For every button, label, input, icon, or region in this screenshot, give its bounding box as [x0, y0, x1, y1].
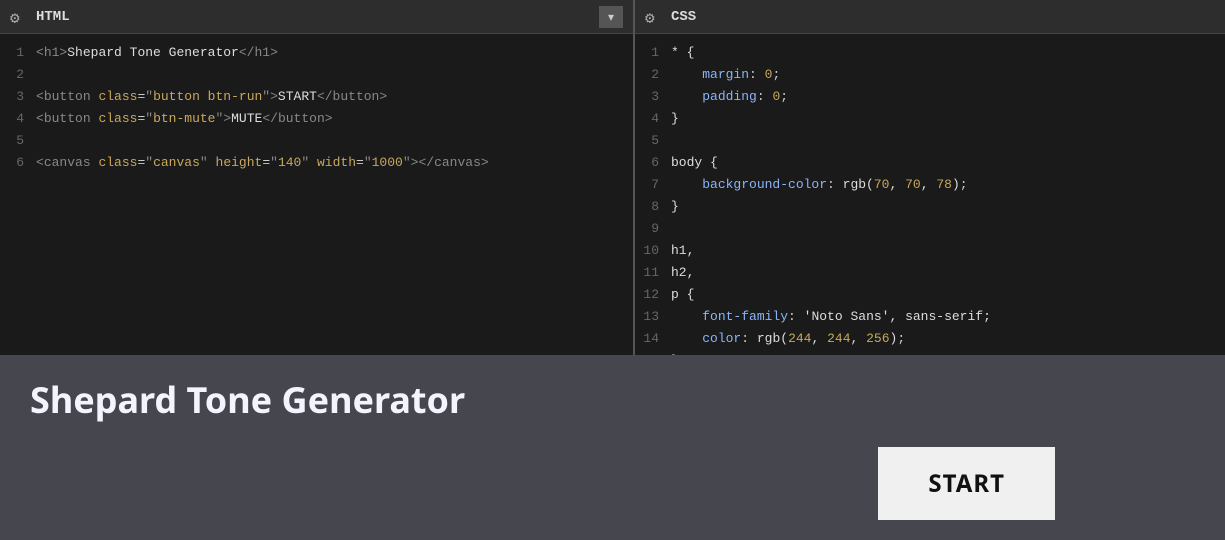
html-panel: ⚙ HTML ▾ 1 <h1>Shepard Tone Generator</h…: [0, 0, 635, 355]
css-line-13: 13 font-family: 'Noto Sans', sans-serif;: [635, 306, 1225, 328]
css-panel-header: ⚙ CSS: [635, 0, 1225, 34]
css-line-5: 5: [635, 130, 1225, 152]
line-content: p {: [671, 284, 694, 306]
css-line-14: 14 color: rgb(244, 244, 256);: [635, 328, 1225, 350]
css-line-10: 10 h1,: [635, 240, 1225, 262]
css-line-4: 4 }: [635, 108, 1225, 130]
line-content: <button class="btn-mute">MUTE</button>: [36, 108, 333, 130]
line-num: 2: [635, 64, 671, 86]
preview-heading: Shepard Tone Generator: [30, 375, 465, 424]
html-code-area: 1 <h1>Shepard Tone Generator</h1> 2 3 <b…: [0, 34, 633, 355]
line-num: 3: [0, 86, 36, 108]
css-panel-title: CSS: [671, 9, 696, 25]
line-content: margin: 0;: [671, 64, 780, 86]
line-num: 5: [635, 130, 671, 152]
line-num: 12: [635, 284, 671, 306]
line-num: 13: [635, 306, 671, 328]
preview-area: Shepard Tone Generator START: [0, 355, 1225, 540]
css-line-1: 1 * {: [635, 42, 1225, 64]
line-num: 1: [635, 42, 671, 64]
css-line-11: 11 h2,: [635, 262, 1225, 284]
css-panel: ⚙ CSS 1 * { 2 margin: 0; 3 padding: 0; 4…: [635, 0, 1225, 355]
line-num: 9: [635, 218, 671, 240]
html-line-5: 5: [0, 130, 633, 152]
line-content: body {: [671, 152, 718, 174]
line-num: 4: [635, 108, 671, 130]
line-num: 8: [635, 196, 671, 218]
line-content: h2,: [671, 262, 694, 284]
html-line-2: 2: [0, 64, 633, 86]
css-line-8: 8 }: [635, 196, 1225, 218]
line-content: padding: 0;: [671, 86, 788, 108]
line-content: * {: [671, 42, 694, 64]
gear-icon: ⚙: [10, 8, 28, 26]
line-num: 6: [0, 152, 36, 174]
css-panel-header-left: ⚙ CSS: [645, 8, 696, 26]
html-line-4: 4 <button class="btn-mute">MUTE</button>: [0, 108, 633, 130]
css-line-2: 2 margin: 0;: [635, 64, 1225, 86]
html-line-3: 3 <button class="button btn-run">START</…: [0, 86, 633, 108]
html-panel-dropdown[interactable]: ▾: [599, 6, 623, 28]
line-content: }: [671, 108, 679, 130]
line-num: 7: [635, 174, 671, 196]
line-content: color: rgb(244, 244, 256);: [671, 328, 905, 350]
line-num: 10: [635, 240, 671, 262]
line-content: background-color: rgb(70, 70, 78);: [671, 174, 968, 196]
line-content: }: [671, 196, 679, 218]
css-line-3: 3 padding: 0;: [635, 86, 1225, 108]
css-gear-icon: ⚙: [645, 8, 663, 26]
line-num: 6: [635, 152, 671, 174]
line-content: <h1>Shepard Tone Generator</h1>: [36, 42, 278, 64]
css-code-area: 1 * { 2 margin: 0; 3 padding: 0; 4 } 5 6: [635, 34, 1225, 355]
line-num: 11: [635, 262, 671, 284]
css-line-9: 9: [635, 218, 1225, 240]
css-line-7: 7 background-color: rgb(70, 70, 78);: [635, 174, 1225, 196]
css-line-6: 6 body {: [635, 152, 1225, 174]
line-content: <canvas class="canvas" height="140" widt…: [36, 152, 489, 174]
line-content: font-family: 'Noto Sans', sans-serif;: [671, 306, 991, 328]
line-num: 1: [0, 42, 36, 64]
line-num: 2: [0, 64, 36, 86]
html-line-6: 6 <canvas class="canvas" height="140" wi…: [0, 152, 633, 174]
css-line-12: 12 p {: [635, 284, 1225, 306]
line-content: h1,: [671, 240, 694, 262]
editor-area: ⚙ HTML ▾ 1 <h1>Shepard Tone Generator</h…: [0, 0, 1225, 355]
line-num: 4: [0, 108, 36, 130]
line-num: 3: [635, 86, 671, 108]
html-panel-header-left: ⚙ HTML: [10, 8, 70, 26]
html-panel-header: ⚙ HTML ▾: [0, 0, 633, 34]
html-line-1: 1 <h1>Shepard Tone Generator</h1>: [0, 42, 633, 64]
line-num: 5: [0, 130, 36, 152]
line-content: <button class="button btn-run">START</bu…: [36, 86, 387, 108]
html-panel-title: HTML: [36, 9, 70, 25]
start-button[interactable]: START: [878, 447, 1055, 520]
line-num: 14: [635, 328, 671, 350]
